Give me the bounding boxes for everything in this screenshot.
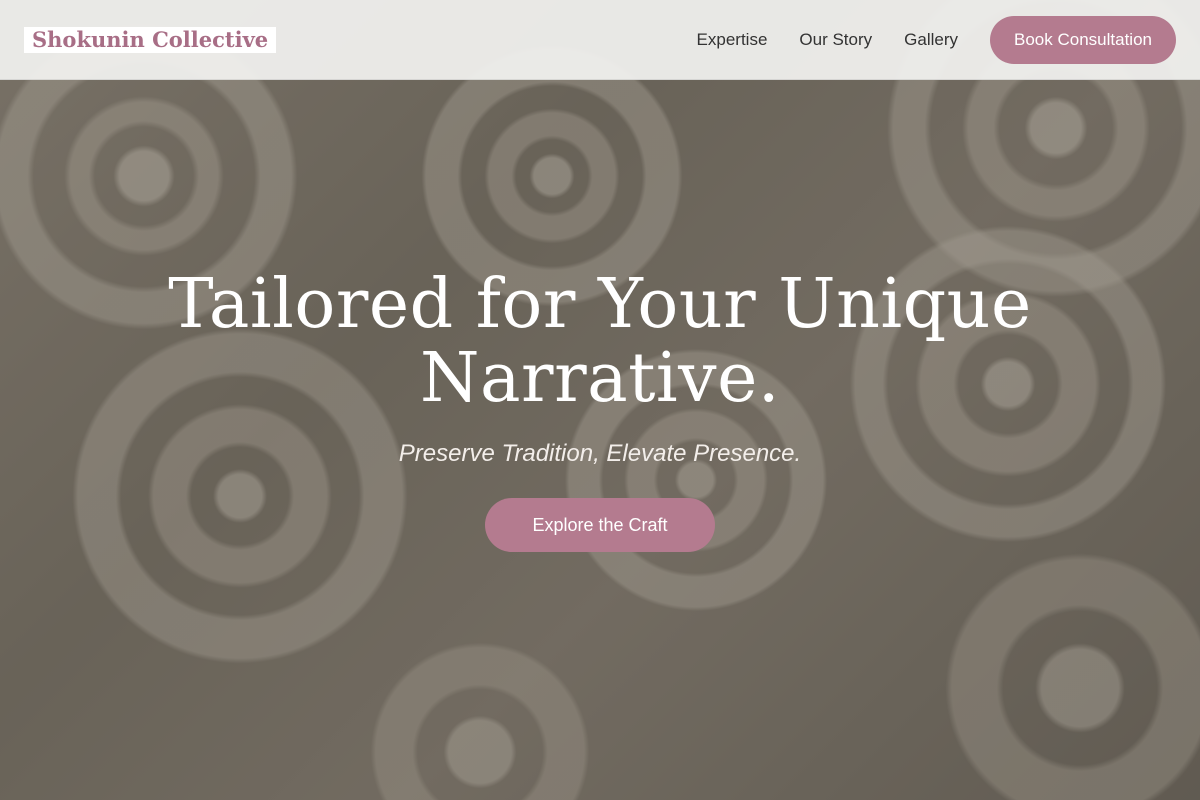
nav-link-gallery[interactable]: Gallery (904, 30, 958, 50)
site-header: Shokunin Collective Expertise Our Story … (0, 0, 1200, 80)
nav-link-expertise[interactable]: Expertise (697, 30, 768, 50)
hero-section: Tailored for Your Unique Narrative. Pres… (0, 80, 1200, 800)
main-nav: Expertise Our Story Gallery Book Consult… (697, 15, 1176, 64)
hero-headline: Tailored for Your Unique Narrative. (168, 265, 1032, 418)
nav-link-our-story[interactable]: Our Story (799, 30, 872, 50)
explore-craft-button[interactable]: Explore the Craft (485, 498, 715, 552)
book-consultation-button[interactable]: Book Consultation (990, 15, 1176, 64)
brand-logo[interactable]: Shokunin Collective (24, 26, 277, 53)
hero-tagline: Preserve Tradition, Elevate Presence. (398, 440, 802, 467)
